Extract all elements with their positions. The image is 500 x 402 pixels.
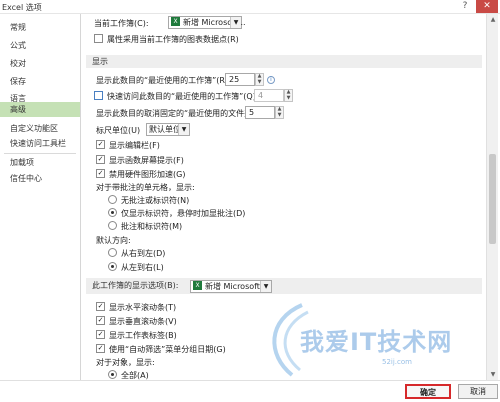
show-hscroll-checkbox[interactable]: ✓ bbox=[96, 302, 105, 311]
sidebar-item-general[interactable]: 常规 bbox=[0, 20, 80, 35]
quick-access-input[interactable]: 4 bbox=[254, 89, 284, 102]
display-section-header: 显示 bbox=[86, 55, 482, 68]
sidebar-divider bbox=[4, 153, 76, 154]
no-comments-radio[interactable] bbox=[108, 195, 117, 204]
sidebar-item-save[interactable]: 保存 bbox=[0, 74, 80, 89]
disable-hw-accel-option[interactable]: ✓ 禁用硬件图形加速(G) bbox=[96, 168, 185, 181]
no-comments-option[interactable]: 无批注或标识符(N) bbox=[108, 194, 189, 207]
excel-icon: X bbox=[171, 17, 180, 26]
comments-label: 对于带批注的单元格，显示: bbox=[96, 183, 195, 192]
show-hscroll-option[interactable]: ✓ 显示水平滚动条(T) bbox=[96, 301, 176, 314]
sidebar-item-customize-ribbon[interactable]: 自定义功能区 bbox=[0, 121, 80, 136]
show-formula-bar-option[interactable]: ✓ 显示编辑栏(F) bbox=[96, 139, 160, 152]
vertical-scrollbar[interactable]: ▲ ▼ bbox=[486, 14, 498, 380]
quick-access-stepper[interactable]: ▲ ▼ bbox=[284, 89, 293, 102]
scroll-down-icon[interactable]: ▼ bbox=[487, 369, 499, 380]
group-dates-option[interactable]: ✓ 使用“自动筛选”菜单分组日期(G) bbox=[96, 343, 226, 356]
show-vscroll-option[interactable]: ✓ 显示垂直滚动条(V) bbox=[96, 315, 177, 328]
spin-down-icon[interactable]: ▼ bbox=[285, 95, 292, 102]
comments-and-indicators-option[interactable]: 批注和标识符(M) bbox=[108, 220, 182, 233]
help-button[interactable]: ? bbox=[454, 0, 476, 13]
cancel-button[interactable]: 取消 bbox=[458, 384, 498, 399]
recent-workbooks-input[interactable]: 25 bbox=[225, 73, 255, 86]
watermark-text: 我爱IT技术网 bbox=[300, 328, 453, 356]
workbook-display-select[interactable]: X 新增 Microsoft... ▼ bbox=[190, 280, 272, 293]
spin-down-icon[interactable]: ▼ bbox=[276, 112, 283, 119]
all-objects-radio[interactable] bbox=[108, 370, 117, 379]
show-sheet-tabs-checkbox[interactable]: ✓ bbox=[96, 330, 105, 339]
show-screentips-checkbox[interactable]: ✓ bbox=[96, 155, 105, 164]
recent-folders-label: 显示此数目的取消固定的“最近使用的文件夹”(F): bbox=[96, 109, 270, 118]
indicators-only-option[interactable]: 仅显示标识符，悬停时加显批注(D) bbox=[108, 207, 245, 220]
current-workbook-label: 当前工作簿(C): bbox=[94, 19, 149, 28]
sidebar-item-proofing[interactable]: 校对 bbox=[0, 56, 80, 71]
quick-access-option[interactable]: 快速访问此数目的“最近使用的工作簿”(Q): bbox=[94, 90, 259, 103]
chart-props-checkbox[interactable] bbox=[94, 34, 103, 43]
comments-and-indicators-radio[interactable] bbox=[108, 221, 117, 230]
show-sheet-tabs-option[interactable]: ✓ 显示工作表标签(B) bbox=[96, 329, 177, 342]
chevron-down-icon[interactable]: ▼ bbox=[260, 281, 271, 292]
close-button[interactable]: ✕ bbox=[476, 0, 498, 13]
recent-workbooks-stepper[interactable]: ▲ ▼ bbox=[255, 73, 264, 86]
disable-hw-accel-checkbox[interactable]: ✓ bbox=[96, 169, 105, 178]
workbook-display-section: 此工作簿的显示选项(B): bbox=[86, 278, 482, 294]
indicators-only-radio[interactable] bbox=[108, 208, 117, 217]
left-to-right-radio[interactable] bbox=[108, 262, 117, 271]
workbook-display-label: 此工作簿的显示选项(B): bbox=[92, 281, 179, 290]
group-dates-checkbox[interactable]: ✓ bbox=[96, 344, 105, 353]
show-formula-bar-checkbox[interactable]: ✓ bbox=[96, 140, 105, 149]
chart-props-option[interactable]: 属性采用当前工作簿的图表数据点(R) bbox=[94, 33, 239, 46]
left-to-right-option[interactable]: 从左到右(L) bbox=[108, 261, 164, 274]
all-objects-option[interactable]: 全部(A) bbox=[108, 369, 149, 380]
excel-icon: X bbox=[193, 281, 202, 290]
right-to-left-radio[interactable] bbox=[108, 248, 117, 257]
watermark-subtext: 52ij.com bbox=[382, 358, 412, 366]
sidebar-item-trust-center[interactable]: 信任中心 bbox=[0, 171, 80, 186]
quick-access-checkbox[interactable] bbox=[94, 91, 103, 100]
recent-folders-input[interactable]: 5 bbox=[245, 106, 275, 119]
sidebar-item-advanced[interactable]: 高级 bbox=[0, 102, 80, 117]
recent-folders-stepper[interactable]: ▲ ▼ bbox=[275, 106, 284, 119]
sidebar-item-quick-access-toolbar[interactable]: 快速访问工具栏 bbox=[0, 136, 80, 151]
sidebar-item-addins[interactable]: 加载项 bbox=[0, 155, 80, 170]
direction-label: 默认方向: bbox=[96, 236, 131, 245]
right-to-left-option[interactable]: 从右到左(D) bbox=[108, 247, 165, 260]
show-screentips-option[interactable]: ✓ 显示函数屏幕提示(F) bbox=[96, 154, 184, 167]
dialog-footer: 确定 取消 bbox=[0, 380, 500, 402]
chevron-down-icon[interactable]: ▼ bbox=[178, 124, 189, 135]
ruler-units-label: 标尺单位(U) bbox=[96, 126, 141, 135]
objects-label: 对于对象，显示: bbox=[96, 358, 155, 367]
info-icon: i bbox=[267, 76, 275, 84]
ok-button[interactable]: 确定 bbox=[405, 384, 451, 399]
recent-workbooks-label: 显示此数目的“最近使用的工作簿”(R): bbox=[96, 76, 231, 85]
scroll-thumb[interactable] bbox=[489, 154, 496, 244]
show-vscroll-checkbox[interactable]: ✓ bbox=[96, 316, 105, 325]
scroll-up-icon[interactable]: ▲ bbox=[487, 14, 499, 25]
spin-down-icon[interactable]: ▼ bbox=[256, 79, 263, 86]
ruler-units-select[interactable]: 默认单位 ▼ bbox=[146, 123, 190, 136]
title-bar: Excel 选项 ? ✕ bbox=[0, 0, 500, 14]
window-title: Excel 选项 bbox=[2, 3, 42, 12]
chevron-down-icon[interactable]: ▼ bbox=[230, 17, 241, 28]
sidebar-item-formulas[interactable]: 公式 bbox=[0, 38, 80, 53]
sidebar: 常规 公式 校对 保存 语言 高级 自定义功能区 快速访问工具栏 加载项 信任中… bbox=[0, 14, 81, 380]
current-workbook-select[interactable]: X 新增 Microsoft... ▼ bbox=[168, 16, 246, 29]
